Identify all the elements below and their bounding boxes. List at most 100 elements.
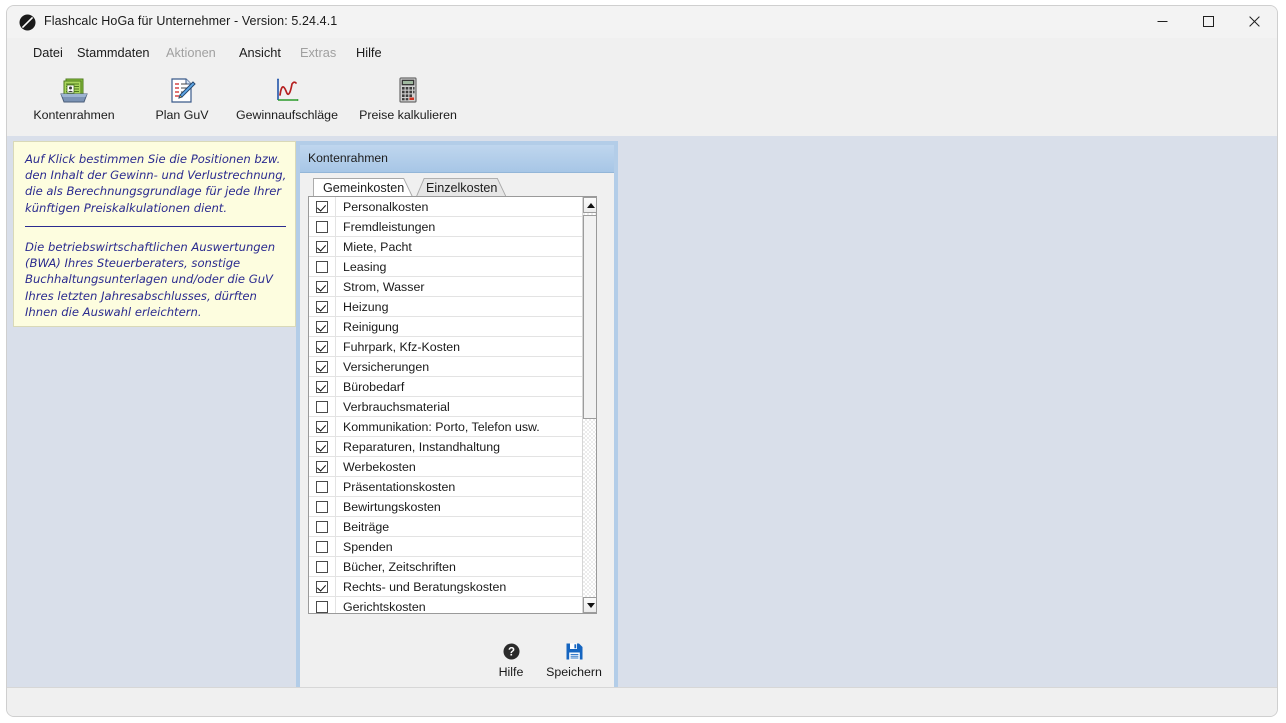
- tab-label-einzelkosten: Einzelkosten: [426, 181, 497, 195]
- list-item[interactable]: Verbrauchsmaterial: [309, 397, 596, 417]
- panel-title: Kontenrahmen: [308, 151, 388, 165]
- list-item-checkbox[interactable]: [316, 501, 328, 513]
- list-item-checkbox[interactable]: [316, 561, 328, 573]
- list-item-checkbox[interactable]: [316, 401, 328, 413]
- list-item-divider: [335, 437, 336, 457]
- help-button[interactable]: ? Hilfe: [476, 639, 546, 685]
- toolbar-button-gewinnaufschlaege[interactable]: Gewinnaufschläge: [221, 74, 353, 130]
- scroll-down-icon: [587, 603, 595, 608]
- list-item-checkbox[interactable]: [316, 301, 328, 313]
- toolbar: Kontenrahmen Plan GuV: [7, 68, 1277, 137]
- menu-item-ansicht[interactable]: Ansicht: [239, 38, 281, 68]
- document-pencil-icon: [167, 74, 197, 108]
- list-item-divider: [335, 497, 336, 517]
- list-item-label: Fuhrpark, Kfz-Kosten: [343, 340, 460, 354]
- list-item[interactable]: Bewirtungskosten: [309, 497, 596, 517]
- list-item-divider: [335, 537, 336, 557]
- list-item-label: Gerichtskosten: [343, 600, 426, 614]
- menu-item-hilfe[interactable]: Hilfe: [356, 38, 382, 68]
- list-item-label: Rechts- und Beratungskosten: [343, 580, 506, 594]
- list-item-label: Reparaturen, Instandhaltung: [343, 440, 500, 454]
- svg-text:?: ?: [507, 646, 514, 658]
- list-item-label: Heizung: [343, 300, 388, 314]
- scrollbar-thumb[interactable]: [583, 215, 597, 419]
- list-item-label: Bürobedarf: [343, 380, 404, 394]
- list-item-checkbox[interactable]: [316, 241, 328, 253]
- list-item-checkbox[interactable]: [316, 481, 328, 493]
- list-item-divider: [335, 357, 336, 377]
- list-item[interactable]: Strom, Wasser: [309, 277, 596, 297]
- scroll-down-button[interactable]: [583, 597, 597, 613]
- list-item[interactable]: Heizung: [309, 297, 596, 317]
- save-floppy-icon: [566, 639, 583, 663]
- list-item[interactable]: Bücher, Zeitschriften: [309, 557, 596, 577]
- maximize-icon: [1203, 16, 1214, 27]
- list-item-label: Verbrauchsmaterial: [343, 400, 450, 414]
- scroll-up-button[interactable]: [583, 197, 597, 213]
- menu-item-extras: Extras: [300, 38, 336, 68]
- list-item[interactable]: Beiträge: [309, 517, 596, 537]
- list-rows-container: Personalkosten Fremdleistungen Miete, Pach…: [309, 197, 596, 614]
- list-item-divider: [335, 597, 336, 615]
- list-item[interactable]: Fremdleistungen: [309, 217, 596, 237]
- list-item[interactable]: Spenden: [309, 537, 596, 557]
- list-item-label: Kommunikation: Porto, Telefon usw.: [343, 420, 540, 434]
- list-item[interactable]: Personalkosten: [309, 197, 596, 217]
- list-item-label: Leasing: [343, 260, 386, 274]
- list-item[interactable]: Präsentationskosten: [309, 477, 596, 497]
- list-item-checkbox[interactable]: [316, 361, 328, 373]
- info-paragraph-2: Die betriebswirtschaftlichen Auswertunge…: [25, 239, 287, 320]
- list-item-checkbox[interactable]: [316, 541, 328, 553]
- list-item-divider: [335, 477, 336, 497]
- list-item[interactable]: Leasing: [309, 257, 596, 277]
- list-item[interactable]: Gerichtskosten: [309, 597, 596, 614]
- toolbar-button-preise-kalkulieren[interactable]: Preise kalkulieren: [350, 74, 466, 130]
- list-item[interactable]: Rechts- und Beratungskosten: [309, 577, 596, 597]
- list-item[interactable]: Fuhrpark, Kfz-Kosten: [309, 337, 596, 357]
- toolbar-label-plan-guv: Plan GuV: [155, 108, 208, 122]
- list-item[interactable]: Reinigung: [309, 317, 596, 337]
- toolbar-label-kontenrahmen: Kontenrahmen: [33, 108, 114, 122]
- app-window: Flashcalc HoGa für Unternehmer - Version…: [6, 5, 1278, 717]
- list-item[interactable]: Werbekosten: [309, 457, 596, 477]
- save-button[interactable]: Speichern: [539, 639, 609, 685]
- list-item-checkbox[interactable]: [316, 581, 328, 593]
- list-item-checkbox[interactable]: [316, 601, 328, 613]
- list-item-checkbox[interactable]: [316, 281, 328, 293]
- list-item-label: Beiträge: [343, 520, 389, 534]
- list-item[interactable]: Versicherungen: [309, 357, 596, 377]
- toolbar-button-plan-guv[interactable]: Plan GuV: [143, 74, 221, 130]
- list-item[interactable]: Kommunikation: Porto, Telefon usw.: [309, 417, 596, 437]
- list-item[interactable]: Miete, Pacht: [309, 237, 596, 257]
- close-button[interactable]: [1231, 6, 1277, 37]
- list-item[interactable]: Bürobedarf: [309, 377, 596, 397]
- list-item-label: Fremdleistungen: [343, 220, 435, 234]
- kontenrahmen-listbox[interactable]: Personalkosten Fremdleistungen Miete, Pach…: [308, 196, 597, 614]
- list-item-checkbox[interactable]: [316, 521, 328, 533]
- list-item-checkbox[interactable]: [316, 441, 328, 453]
- list-item-divider: [335, 417, 336, 437]
- list-item-checkbox[interactable]: [316, 381, 328, 393]
- vertical-scrollbar[interactable]: [582, 197, 597, 613]
- list-item-checkbox[interactable]: [316, 201, 328, 213]
- list-item-divider: [335, 277, 336, 297]
- list-item-checkbox[interactable]: [316, 461, 328, 473]
- menu-item-datei[interactable]: Datei: [33, 38, 63, 68]
- menu-item-stammdaten[interactable]: Stammdaten: [77, 38, 150, 68]
- list-item-checkbox[interactable]: [316, 341, 328, 353]
- list-item[interactable]: Reparaturen, Instandhaltung: [309, 437, 596, 457]
- menu-item-aktionen: Aktionen: [166, 38, 216, 68]
- maximize-button[interactable]: [1185, 6, 1231, 37]
- list-item-checkbox[interactable]: [316, 261, 328, 273]
- toolbar-button-kontenrahmen[interactable]: Kontenrahmen: [24, 74, 124, 130]
- close-icon: [1249, 16, 1260, 27]
- list-item-divider: [335, 317, 336, 337]
- list-item-divider: [335, 517, 336, 537]
- list-item-checkbox[interactable]: [316, 421, 328, 433]
- minimize-button[interactable]: [1139, 6, 1185, 37]
- list-item-checkbox[interactable]: [316, 221, 328, 233]
- list-item-divider: [335, 237, 336, 257]
- list-item-checkbox[interactable]: [316, 321, 328, 333]
- list-item-divider: [335, 197, 336, 217]
- list-item-divider: [335, 217, 336, 237]
